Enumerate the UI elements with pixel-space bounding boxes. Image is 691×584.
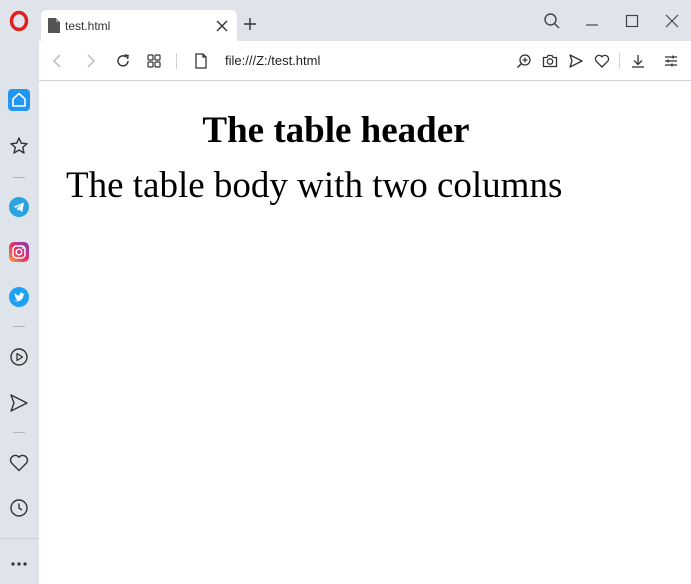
address-field[interactable]: file:///Z:/test.html xyxy=(225,53,320,69)
sidebar-divider xyxy=(13,432,25,433)
player-icon[interactable] xyxy=(8,346,30,368)
address-bar: file:///Z:/test.html xyxy=(39,41,691,81)
sidebar-divider xyxy=(13,177,25,178)
telegram-icon[interactable] xyxy=(8,196,30,218)
heart-icon[interactable] xyxy=(594,53,610,69)
divider xyxy=(619,53,620,69)
maximize-icon[interactable] xyxy=(623,12,641,30)
instagram-icon[interactable] xyxy=(8,241,30,263)
page-icon xyxy=(48,18,60,33)
forward-icon[interactable] xyxy=(82,53,98,69)
send-icon[interactable] xyxy=(8,392,30,414)
send-icon[interactable] xyxy=(568,53,584,69)
heart-icon[interactable] xyxy=(8,452,30,474)
title-bar: test.html xyxy=(0,0,691,42)
opera-logo-icon[interactable] xyxy=(9,10,29,32)
close-tab-icon[interactable] xyxy=(215,19,229,33)
minimize-icon[interactable] xyxy=(583,12,601,30)
speed-dial-icon[interactable] xyxy=(146,53,162,69)
star-icon[interactable] xyxy=(8,135,30,157)
download-icon[interactable] xyxy=(630,53,646,69)
more-icon[interactable] xyxy=(8,553,30,575)
tab-title: test.html xyxy=(65,19,111,33)
twitter-icon[interactable] xyxy=(8,286,30,308)
sidebar-divider xyxy=(0,538,39,539)
sidebar-divider xyxy=(13,326,25,327)
table-header: The table header xyxy=(202,110,470,151)
easy-setup-icon[interactable] xyxy=(663,53,679,69)
close-window-icon[interactable] xyxy=(663,12,681,30)
camera-icon[interactable] xyxy=(542,53,558,69)
new-tab-icon[interactable] xyxy=(243,17,257,31)
search-icon[interactable] xyxy=(543,12,561,30)
sidebar xyxy=(0,41,39,584)
table-body: The table body with two columns xyxy=(66,165,563,206)
home-icon[interactable] xyxy=(8,89,30,111)
page-info-icon[interactable] xyxy=(193,53,209,69)
reload-icon[interactable] xyxy=(115,53,131,69)
zoom-icon[interactable] xyxy=(516,53,532,69)
back-icon[interactable] xyxy=(50,53,66,69)
page-content: The table header The table body with two… xyxy=(39,81,691,584)
clock-icon[interactable] xyxy=(8,497,30,519)
divider xyxy=(176,53,177,69)
tab-test-html[interactable]: test.html xyxy=(41,10,237,42)
